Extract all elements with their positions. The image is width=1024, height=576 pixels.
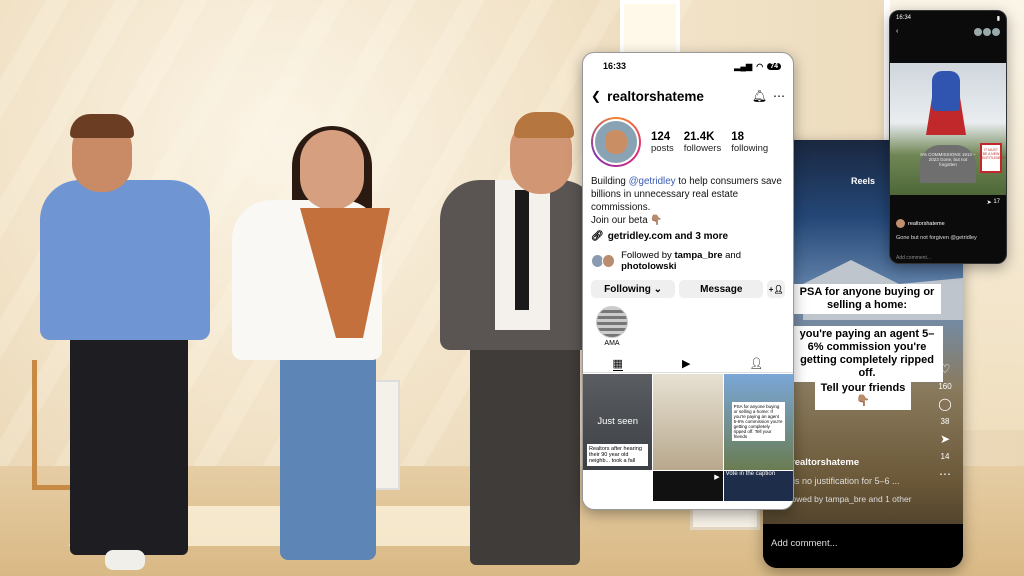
grid-post[interactable]: Vote in the caption [723,471,793,501]
protest-sign: IT MUST BE A NEW ENTITLEMENT [980,143,1006,173]
reel-overlay-text-3: Tell your friends 👇🏽 [815,380,911,410]
posts-grid: Just seen Realtors after hearing their 9… [583,374,793,501]
status-time: 16:34 [896,15,912,21]
posts-stat[interactable]: 124 posts [651,131,674,154]
reel-icon: ▶︎ [714,474,720,481]
tagged-icon[interactable]: 👤︎ [749,357,763,370]
reel-overlay-text-2: you're paying an agent 5–6% commission y… [791,326,943,382]
reels-icon[interactable]: ▶︎ [682,357,690,370]
more-icon[interactable]: ⋯ [773,89,785,103]
signal-icon: ▂▄▆ [734,61,753,71]
comment-input[interactable]: Add comment... [896,255,931,261]
more-button[interactable]: ⋯ [933,467,957,481]
bio-mention-link[interactable]: @getridley [629,176,676,187]
like-button[interactable]: ♡ 160 [933,362,957,391]
profile-bio: Building @getridley to help consumers sa… [591,176,782,226]
profile-tabs: ▦ ▶︎ 👤︎ [583,355,793,373]
following-button[interactable]: Following ⌄ [591,280,676,298]
profile-avatar[interactable] [591,117,641,167]
post-image[interactable]: 6% COMMISSIONS 1913 – 2023 Gone, but not… [890,63,1006,195]
comment-button[interactable]: ◯ 38 [933,397,957,426]
wifi-icon: ◠ [756,61,764,71]
reel-caption[interactable]: is no justification for 5–6 ... [793,476,900,486]
following-stat[interactable]: 18 following [731,131,768,154]
reel-actions: ♡ 160 ◯ 38 ➤ 14 ⋯ [933,362,957,487]
grid-post[interactable] [653,374,723,470]
post-caption: Gone but not forgiven @getridley [896,235,977,241]
send-icon: ➤ [939,432,951,446]
profile-header: ❮ realtorshateme 🔔︎ ⋯ [583,79,793,113]
followed-by[interactable]: Followed by tampa_bre and photolowski [583,242,793,272]
grid-post[interactable]: ▶︎ [653,471,723,501]
profile-phone: 16:33 ▂▄▆ ◠ 74 ❮ realtorshateme 🔔︎ ⋯ 124… [582,52,794,510]
link-icon: 🔗︎ [591,231,604,242]
back-icon[interactable]: ‹ [896,28,898,36]
chevron-down-icon: ⌄ [653,283,662,295]
post-phone: 16:34 ▮ ‹ 6% COMMISSIONS 1913 – 2023 Gone… [889,10,1007,264]
reel-followed-by: ollowed by tampa_bre and 1 other [783,494,912,504]
more-icon: ⋯ [939,467,951,481]
gravestone: 6% COMMISSIONS 1913 – 2023 Gone, but not… [920,145,976,183]
profile-username: realtorshateme [607,88,704,104]
add-person-icon[interactable]: +👤︎ [767,280,785,298]
post-author[interactable]: realtorshateme [896,219,945,228]
followers-stat[interactable]: 21.4K followers [684,131,722,154]
avatars [974,28,1000,36]
comment-icon: ◯ [938,397,952,411]
send-icon[interactable]: ➤ [987,199,992,206]
avatar [602,254,616,268]
profile-link[interactable]: 🔗︎ getridley.com and 3 more [583,227,793,242]
status-bar: 16:33 ▂▄▆ ◠ 74 [583,53,793,79]
grid-post[interactable]: PSA for anyone buying or selling a home:… [723,374,793,470]
reel-overlay-text-1: PSA for anyone buying or selling a home: [793,284,941,314]
grid-icon[interactable]: ▦ [612,357,623,371]
grid-post[interactable]: Just seen Realtors after hearing their 9… [583,374,653,470]
battery-icon: 74 [767,62,781,70]
highlight-ama[interactable]: AMA [583,298,633,347]
status-time: 16:33 [603,61,627,71]
share-button[interactable]: ➤ 14 [933,432,957,461]
bell-icon[interactable]: 🔔︎ [752,89,767,103]
avatar [896,219,905,228]
grid-post[interactable] [583,471,653,501]
battery-icon: ▮ [996,16,1000,22]
comment-input[interactable]: Add comment... [763,524,963,568]
back-icon[interactable]: ❮ [591,89,601,103]
message-button[interactable]: Message [679,280,764,298]
heart-icon: ♡ [939,362,951,376]
